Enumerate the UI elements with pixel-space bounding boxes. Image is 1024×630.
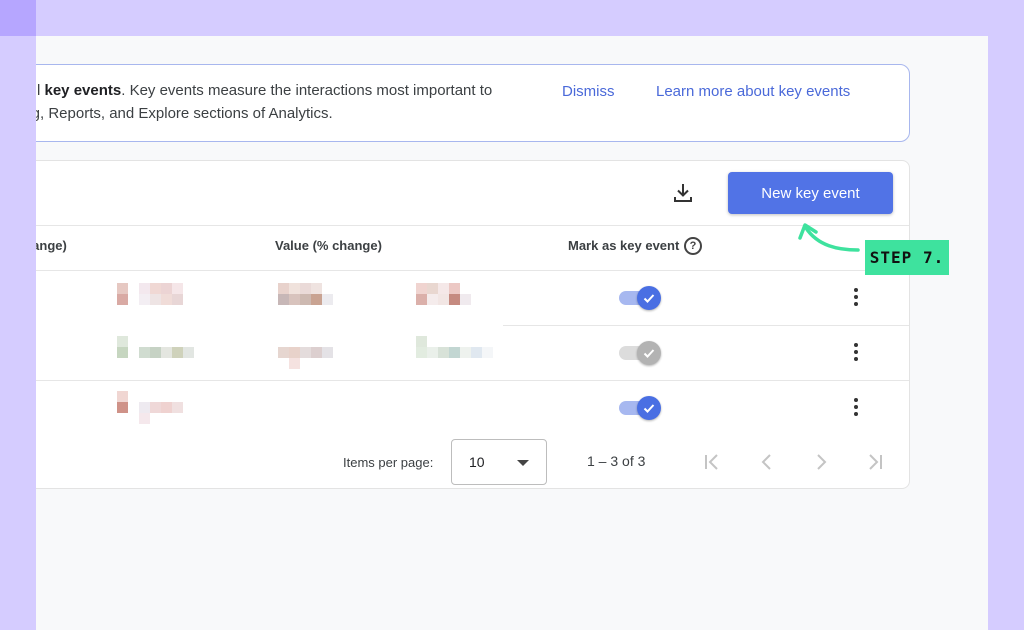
column-header-key-event: Mark as key event [568, 238, 680, 253]
dropdown-arrow-icon [517, 460, 529, 466]
previous-page-icon[interactable] [756, 451, 778, 473]
blurred-value [289, 358, 300, 369]
column-header-value: Value (% change) [275, 238, 382, 253]
key-event-toggle-on[interactable] [619, 286, 661, 310]
blurred-value [139, 413, 150, 424]
divider [503, 325, 909, 326]
key-events-banner: l key events. Key events measure the int… [36, 64, 910, 142]
more-vert-icon[interactable] [853, 398, 859, 418]
analytics-page: l key events. Key events measure the int… [36, 36, 988, 630]
items-per-page-value: 10 [469, 454, 485, 470]
blurred-value [117, 336, 172, 347]
blurred-value [416, 283, 482, 294]
blurred-value [117, 347, 194, 358]
blurred-value [278, 347, 333, 358]
check-icon [637, 286, 661, 310]
items-per-page-label: Items per page: [343, 455, 434, 470]
divider [36, 380, 909, 381]
divider [36, 225, 909, 226]
corner-decoration [0, 0, 36, 36]
blurred-value [278, 294, 333, 305]
blurred-value [117, 294, 183, 305]
column-header-change: change) [36, 238, 67, 253]
blurred-value [117, 391, 128, 402]
first-page-icon[interactable] [701, 451, 723, 473]
more-vert-icon[interactable] [853, 288, 859, 308]
download-icon[interactable] [671, 181, 695, 205]
banner-text: l key events. Key events measure the int… [36, 79, 557, 125]
blurred-value [416, 336, 427, 347]
banner-bold-term: key events [44, 82, 122, 99]
annotation-arrow-icon [796, 220, 866, 260]
next-page-icon[interactable] [810, 451, 832, 473]
new-key-event-button[interactable]: New key event [728, 172, 893, 214]
banner-line-1: l key events. Key events measure the int… [37, 82, 493, 99]
blurred-value [117, 402, 183, 413]
pagination-range: 1 – 3 of 3 [587, 453, 646, 469]
step-annotation-label: STEP 7. [865, 240, 949, 275]
items-per-page-select[interactable]: 10 [451, 439, 547, 485]
more-vert-icon[interactable] [853, 343, 859, 363]
key-event-toggle-on[interactable] [619, 396, 661, 420]
key-events-table-card: New key event change) Value (% change) M… [36, 160, 910, 489]
dismiss-link[interactable]: Dismiss [562, 83, 615, 100]
blurred-value [416, 294, 482, 305]
last-page-icon[interactable] [864, 451, 886, 473]
check-icon [637, 341, 661, 365]
divider [36, 270, 909, 271]
key-event-toggle-off[interactable] [619, 341, 661, 365]
help-icon[interactable]: ? [684, 237, 702, 255]
blurred-value [416, 347, 493, 358]
banner-line-2: tising, Reports, and Explore sections of… [36, 105, 333, 122]
learn-more-link[interactable]: Learn more about key events [656, 83, 850, 100]
check-icon [637, 396, 661, 420]
blurred-value [278, 283, 333, 294]
blurred-value [117, 283, 183, 294]
